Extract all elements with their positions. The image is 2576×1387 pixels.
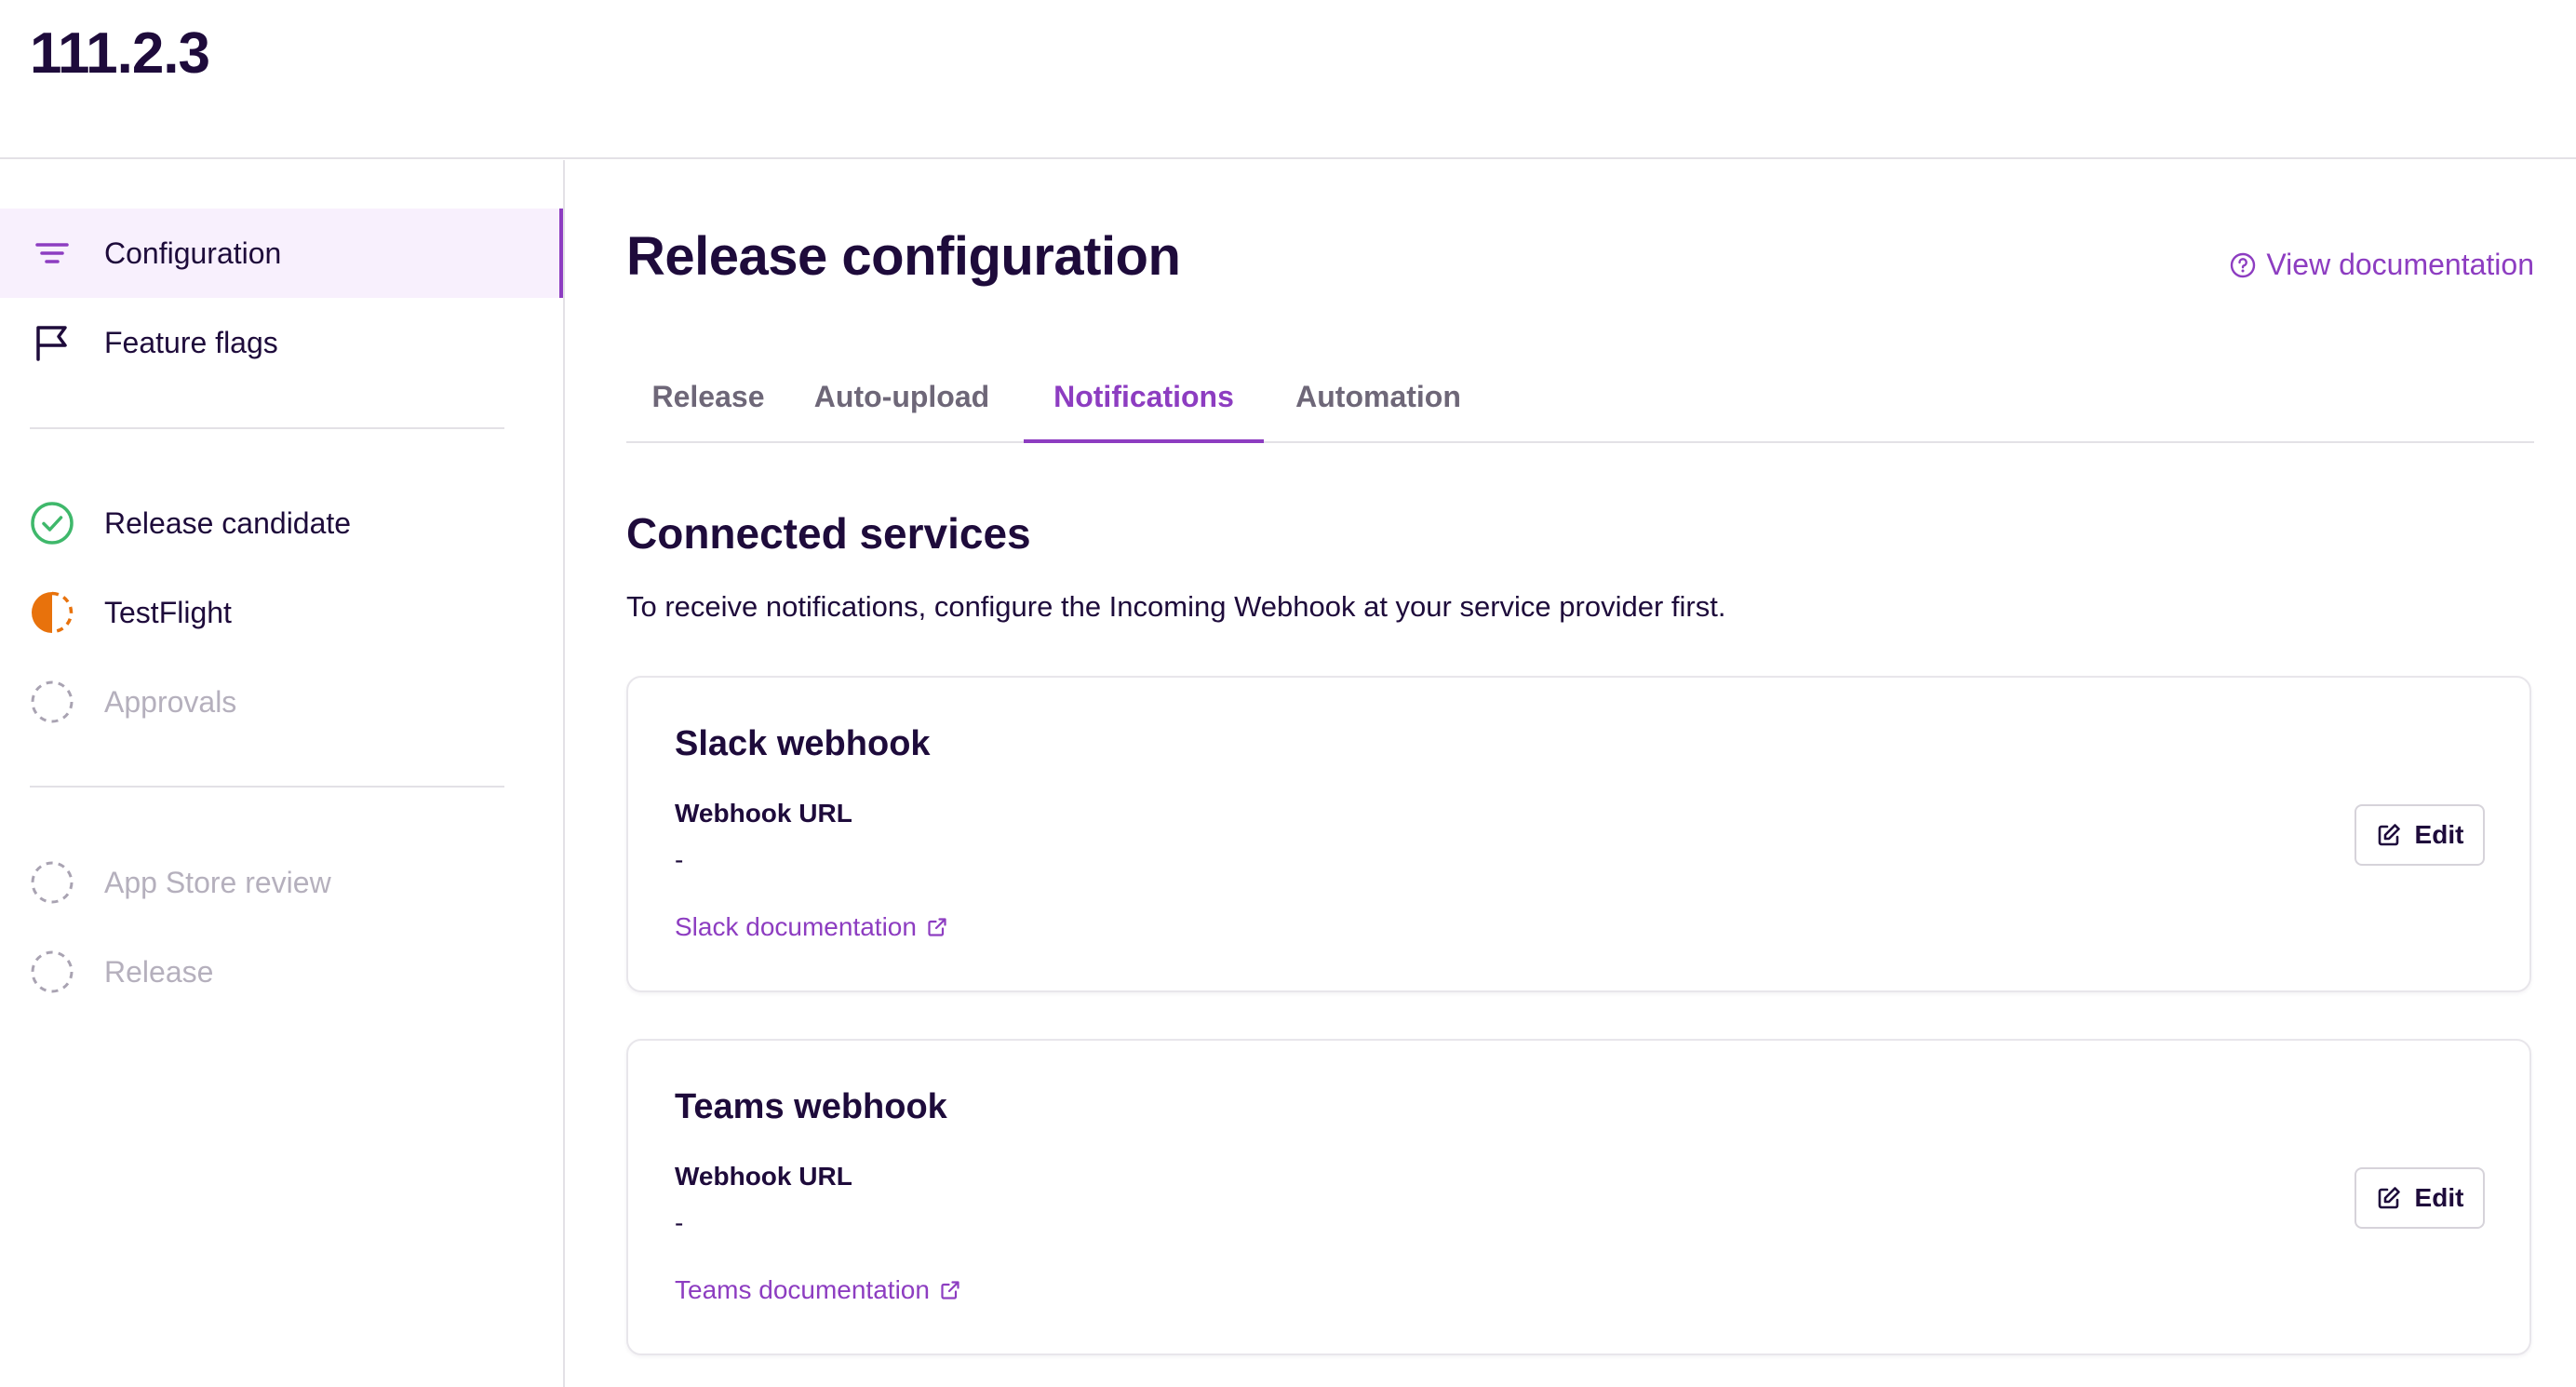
sidebar-divider — [30, 427, 504, 429]
sidebar-item-label: Release — [104, 955, 214, 989]
sidebar: Configuration Feature flags Release cand… — [0, 160, 565, 1387]
dashed-circle-icon — [31, 861, 74, 904]
card-title: Slack webhook — [675, 724, 931, 763]
dashed-circle-icon — [31, 680, 74, 723]
question-circle-icon — [2231, 252, 2256, 277]
tab-auto-upload[interactable]: Auto-upload — [790, 363, 1013, 443]
field-value: - — [675, 1208, 684, 1237]
section-description: To receive notifications, configure the … — [626, 590, 1726, 623]
field-label: Webhook URL — [675, 1162, 852, 1191]
edit-label: Edit — [2414, 820, 2464, 849]
top-bar: 111.2.3 — [0, 0, 2576, 159]
sidebar-item-app-store-review[interactable]: App Store review — [0, 838, 563, 927]
page-title: Release configuration — [626, 226, 1181, 287]
view-documentation-label: View documentation — [2266, 248, 2534, 281]
sidebar-item-feature-flags[interactable]: Feature flags — [0, 298, 563, 387]
flag-icon — [36, 326, 67, 361]
teams-webhook-card: Teams webhook Webhook URL - Teams docume… — [626, 1039, 2531, 1355]
sidebar-divider — [30, 786, 504, 788]
filter-lines-icon — [35, 243, 69, 263]
field-value: - — [675, 845, 684, 874]
slack-documentation-link[interactable]: Slack documentation — [675, 912, 948, 942]
external-link-icon — [941, 1281, 959, 1299]
external-link-icon — [928, 918, 946, 936]
link-label: Teams documentation — [675, 1275, 930, 1304]
sidebar-item-approvals[interactable]: Approvals — [0, 657, 563, 747]
sidebar-item-label: App Store review — [104, 866, 331, 899]
sidebar-item-label: Feature flags — [104, 326, 278, 359]
dashed-circle-icon — [31, 950, 74, 993]
check-circle-icon — [31, 502, 74, 545]
edit-label: Edit — [2414, 1183, 2464, 1212]
edit-icon — [2378, 824, 2400, 846]
view-documentation-link[interactable]: View documentation — [2229, 248, 2534, 282]
card-title: Teams webhook — [675, 1087, 947, 1126]
sidebar-item-label: Approvals — [104, 685, 237, 719]
edit-button[interactable]: Edit — [2355, 804, 2485, 866]
slack-webhook-card: Slack webhook Webhook URL - Slack docume… — [626, 676, 2531, 992]
main-content: Release configuration View documentation… — [626, 160, 2534, 1387]
field-label: Webhook URL — [675, 799, 852, 828]
version-title: 111.2.3 — [30, 21, 210, 86]
tab-automation[interactable]: Automation — [1273, 363, 1483, 443]
sidebar-item-release-candidate[interactable]: Release candidate — [0, 478, 563, 568]
tab-release[interactable]: Release — [626, 363, 790, 443]
half-circle-progress-icon — [32, 591, 74, 634]
edit-button[interactable]: Edit — [2355, 1167, 2485, 1229]
sidebar-item-testflight[interactable]: TestFlight — [0, 568, 563, 657]
sidebar-item-label: TestFlight — [104, 596, 232, 629]
sidebar-item-label: Release candidate — [104, 506, 352, 540]
sidebar-item-label: Configuration — [104, 236, 282, 270]
tab-notifications[interactable]: Notifications — [1024, 363, 1264, 443]
edit-icon — [2378, 1187, 2400, 1209]
tab-bar: Release Auto-upload Notifications Automa… — [626, 363, 2534, 443]
sidebar-item-configuration[interactable]: Configuration — [0, 209, 563, 298]
link-label: Slack documentation — [675, 912, 917, 941]
sidebar-item-release[interactable]: Release — [0, 927, 563, 1017]
section-title: Connected services — [626, 509, 1031, 558]
teams-documentation-link[interactable]: Teams documentation — [675, 1275, 961, 1305]
